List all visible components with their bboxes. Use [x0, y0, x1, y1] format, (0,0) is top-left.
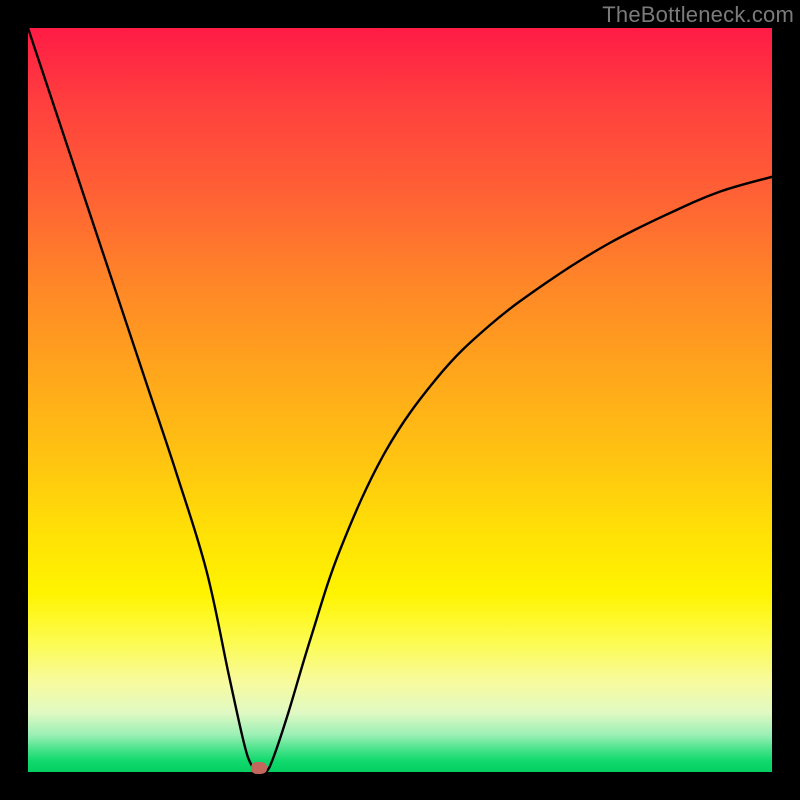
watermark-text: TheBottleneck.com [602, 2, 794, 28]
chart-frame: TheBottleneck.com [0, 0, 800, 800]
chart-plot-area [28, 28, 772, 772]
optimal-point-marker [251, 762, 267, 774]
bottleneck-curve [28, 28, 772, 772]
